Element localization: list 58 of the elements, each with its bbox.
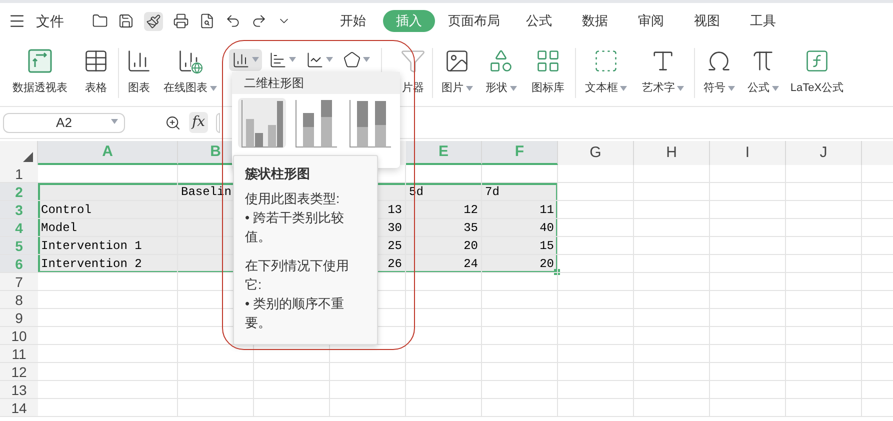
- row-header[interactable]: 9: [0, 309, 38, 326]
- tooltip-text: 使用此图表类型:: [245, 190, 341, 208]
- column-header[interactable]: I: [710, 141, 786, 165]
- ribbon-button[interactable]: 表格: [76, 48, 116, 97]
- row-header[interactable]: 14: [0, 399, 38, 416]
- ribbon-tab[interactable]: 页面布局: [439, 10, 509, 32]
- table-cell: 20: [540, 258, 554, 270]
- tooltip-title: 簇状柱形图: [245, 165, 311, 183]
- tooltip-text: • 类别的顺序不重要。: [245, 295, 346, 332]
- ribbon-button[interactable]: 公式: [741, 48, 785, 97]
- table-cell: Intervention 1: [41, 240, 142, 252]
- row-header[interactable]: 1: [0, 165, 38, 182]
- name-box[interactable]: A2: [3, 112, 125, 132]
- row-header[interactable]: 7: [0, 273, 38, 290]
- ribbon-button[interactable]: 图标库: [523, 48, 573, 97]
- table-cell: 26: [388, 258, 402, 270]
- row-header[interactable]: 8: [0, 291, 38, 308]
- ribbon-button[interactable]: 图片: [435, 48, 479, 97]
- row-header[interactable]: 13: [0, 381, 38, 398]
- table-cell: 11: [540, 204, 554, 216]
- table-cell: 13: [388, 204, 402, 216]
- ribbon-tab[interactable]: 视图: [681, 10, 733, 32]
- column-header[interactable]: H: [634, 141, 710, 165]
- column-header[interactable]: G: [558, 141, 634, 165]
- column-header[interactable]: J: [786, 141, 862, 165]
- tooltip-text: 在下列情况下使用它:: [245, 257, 350, 294]
- tooltip-text: • 跨若干类别比较值。: [245, 209, 346, 246]
- ribbon-tab[interactable]: 公式: [513, 10, 565, 32]
- ribbon-button[interactable]: 文本框: [578, 48, 634, 97]
- ribbon-tab[interactable]: 审阅: [625, 10, 677, 32]
- ribbon-button[interactable]: 数据透视表: [4, 48, 76, 97]
- row-header[interactable]: 11: [0, 345, 38, 362]
- function-button[interactable]: fx: [189, 112, 208, 133]
- table-cell: Intervention 2: [41, 258, 142, 270]
- table-cell: Model: [41, 222, 78, 234]
- ribbon-button[interactable]: 图表: [121, 48, 157, 97]
- ribbon-tab[interactable]: 数据: [569, 10, 621, 32]
- ribbon-button[interactable]: LaTeX公式: [785, 48, 849, 97]
- dropdown-title: 二维柱形图: [232, 72, 400, 94]
- table-cell: 12: [464, 204, 478, 216]
- ribbon-tab[interactable]: 开始: [327, 10, 379, 32]
- file-menu[interactable]: 文件: [36, 10, 64, 32]
- table-cell: 24: [464, 258, 478, 270]
- ribbon-button[interactable]: 符号: [697, 48, 741, 97]
- table-cell: 35: [464, 222, 478, 234]
- table-cell: 20: [464, 240, 478, 252]
- ribbon-tab[interactable]: 工具: [737, 10, 789, 32]
- ribbon-button[interactable]: 在线图表: [157, 48, 223, 97]
- ribbon-button[interactable]: 形状: [479, 48, 523, 97]
- row-header[interactable]: 10: [0, 327, 38, 344]
- ribbon-button[interactable]: 艺术字: [634, 48, 692, 97]
- row-header[interactable]: 12: [0, 363, 38, 380]
- table-cell: 30: [388, 222, 402, 234]
- table-cell: Control: [41, 204, 92, 216]
- table-cell: 40: [540, 222, 554, 234]
- table-cell: 15: [540, 240, 554, 252]
- table-cell: 25: [388, 240, 402, 252]
- table-cell: 7d: [485, 186, 500, 198]
